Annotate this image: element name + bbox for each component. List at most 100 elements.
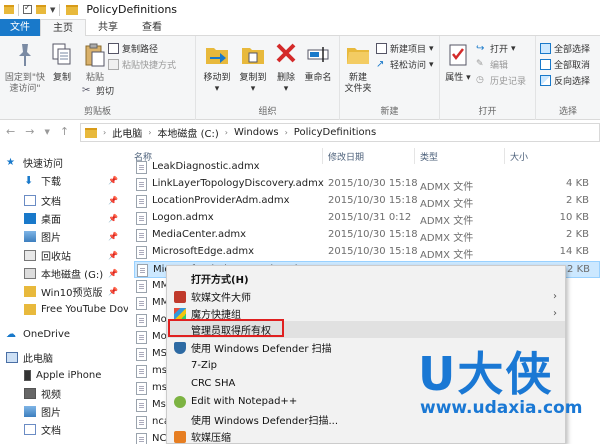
cut-label: 剪切 <box>96 87 115 97</box>
chevron-down-icon[interactable]: ▼ <box>50 6 55 14</box>
easy-access-button[interactable]: ↗ 轻松访问 ▾ <box>376 58 434 71</box>
open-group: 属性 ▾ ↪ 打开 ▾ ✎ 编辑 ◷ 历史记录 打开 <box>440 36 536 120</box>
copy-path-button[interactable]: 复制路径 <box>108 42 158 55</box>
forward-arrow-icon[interactable]: → <box>25 125 34 139</box>
nav-item-this-pc[interactable]: 此电脑 <box>0 348 128 366</box>
cut-button[interactable]: ✂ 剪切 <box>82 84 114 97</box>
nav-item-documents-pc[interactable]: 文档 <box>0 420 128 438</box>
copy-to-button[interactable]: 复制到 ▾ <box>236 42 270 95</box>
move-to-icon <box>206 48 228 64</box>
file-date: 2015/10/30 15:18 <box>328 229 418 240</box>
admx-file-icon <box>136 246 147 259</box>
nav-item-quick-access[interactable]: ★ 快速访问 <box>0 153 128 171</box>
separator <box>18 3 19 16</box>
nav-item-label: OneDrive <box>23 328 71 340</box>
nav-item-label: 视频 <box>41 389 61 401</box>
computer-icon <box>6 351 18 363</box>
nav-item-label: 回收站 <box>41 251 71 263</box>
paste-shortcut-button[interactable]: 粘贴快捷方式 <box>108 58 176 71</box>
open-label: 打开 <box>490 45 509 55</box>
nav-item-recycle-bin[interactable]: 回收站 📌 <box>0 246 128 264</box>
breadcrumb-separator: › <box>148 128 152 137</box>
table-row[interactable]: LocationProviderAdm.admx 2015/10/30 15:18… <box>134 193 600 210</box>
paste-label: 粘贴 <box>85 73 104 83</box>
history-button[interactable]: ◷ 历史记录 <box>476 74 526 87</box>
window-title: PolicyDefinitions <box>86 3 178 16</box>
paste-shortcut-label: 粘贴快捷方式 <box>122 61 177 71</box>
tab-view[interactable]: 查看 <box>130 19 174 36</box>
chevron-down-icon[interactable]: ▼ <box>44 125 49 139</box>
move-to-button[interactable]: 移动到 ▾ <box>200 42 234 95</box>
nav-item-onedrive[interactable]: ☁ OneDrive <box>0 325 128 343</box>
file-type: ADMX 文件 <box>420 216 474 227</box>
file-size: 10 KB <box>559 212 589 223</box>
nav-item-videos[interactable]: 视频 <box>0 384 128 402</box>
nav-item-documents[interactable]: 文档 📌 <box>0 191 128 209</box>
breadcrumb-this-pc[interactable]: 此电脑 <box>112 125 142 140</box>
folder-icon <box>85 127 97 138</box>
properties-check-icon[interactable] <box>23 3 32 14</box>
nav-item-apple-iphone[interactable]: Apple iPhone <box>0 366 128 384</box>
table-row[interactable]: Logon.admx 2015/10/31 0:12 ADMX 文件 10 KB <box>134 210 600 227</box>
menu-item-label: 使用 Windows Defender扫描... <box>191 416 339 427</box>
menu-item-label: 使用 Windows Defender 扫描 <box>191 344 332 355</box>
back-arrow-icon[interactable]: ← <box>6 125 15 139</box>
nav-item-label: 此电脑 <box>23 353 53 365</box>
up-arrow-icon[interactable]: ↑ <box>60 125 69 139</box>
breadcrumb-local-disk-c[interactable]: 本地磁盘 (C:) <box>157 125 218 140</box>
menu-item-ruanmei-compress[interactable]: 软媒压缩 <box>167 428 565 443</box>
nav-item-local-disk-g[interactable]: 本地磁盘 (G:) 📌 <box>0 264 128 282</box>
breadcrumb-policydefinitions[interactable]: PolicyDefinitions <box>294 127 376 138</box>
menu-item-label: 7-Zip <box>191 360 217 371</box>
edit-button[interactable]: ✎ 编辑 <box>476 58 508 71</box>
tab-file[interactable]: 文件 <box>0 19 40 36</box>
table-row[interactable]: LinkLayerTopologyDiscovery.admx 2015/10/3… <box>134 176 600 193</box>
nav-item-free-youtube[interactable]: Free YouTube Dov <box>0 300 128 318</box>
copy-button[interactable]: 复制 <box>48 42 76 84</box>
file-type: ADMX 文件 <box>420 233 474 244</box>
title-bar: ▼ PolicyDefinitions <box>0 0 600 19</box>
folder-icon[interactable] <box>4 5 14 14</box>
invert-selection-button[interactable]: 反向选择 <box>540 74 590 87</box>
file-size: 2 KB <box>566 195 589 206</box>
nav-item-downloads[interactable]: ⬇ 下载 📌 <box>0 171 128 189</box>
file-size: 2 KB <box>566 229 589 240</box>
select-all-button[interactable]: 全部选择 <box>540 42 590 55</box>
file-type: ADMX 文件 <box>420 182 474 193</box>
nav-item-pictures[interactable]: 图片 📌 <box>0 227 128 245</box>
pin-icon: 📌 <box>108 250 118 260</box>
tab-share[interactable]: 共享 <box>86 19 130 36</box>
nav-item-win10-preview[interactable]: Win10预览版 📌 <box>0 282 128 300</box>
table-row[interactable]: MediaCenter.admx 2015/10/30 15:18 ADMX 文件 2… <box>134 227 600 244</box>
rename-button[interactable]: 重命名 <box>300 42 336 84</box>
new-folder-button[interactable]: 新建 文件夹 <box>342 42 374 95</box>
new-group-label: 新建 <box>380 107 399 117</box>
menu-item-label: CRC SHA <box>191 378 236 389</box>
phone-icon <box>24 369 31 381</box>
admx-file-icon <box>136 297 147 310</box>
table-row[interactable]: MicrosoftEdge.admx 2015/10/30 15:18 ADMX 文… <box>134 244 600 261</box>
ruanmei-icon <box>174 290 186 303</box>
nav-item-pictures-pc[interactable]: 图片 <box>0 402 128 420</box>
open-group-label: 打开 <box>478 107 497 117</box>
menu-item-ruanmei-file-master[interactable]: 软媒文件大师 › <box>167 288 565 305</box>
nav-item-desktop[interactable]: 桌面 📌 <box>0 209 128 227</box>
delete-button[interactable]: 删除 ▾ <box>274 42 298 95</box>
table-row[interactable]: LeakDiagnostic.admx <box>134 159 600 176</box>
new-item-button[interactable]: 新建项目 ▾ <box>376 42 434 55</box>
tab-home[interactable]: 主页 <box>40 19 86 37</box>
address-bar[interactable]: › 此电脑 › 本地磁盘 (C:) › Windows › PolicyDefi… <box>80 123 600 142</box>
nav-item-label: Win10预览版 <box>41 287 103 299</box>
paste-button[interactable]: 粘贴 <box>80 42 110 84</box>
new-folder-icon[interactable] <box>36 5 46 14</box>
breadcrumb-windows[interactable]: Windows <box>234 127 279 138</box>
menu-item-open-with[interactable]: 打开方式(H) <box>167 270 565 287</box>
pin-quick-access-button[interactable]: 固定到"快 速访问" <box>4 42 46 95</box>
select-none-button[interactable]: 全部取消 <box>540 58 590 71</box>
breadcrumb-separator: › <box>224 128 228 137</box>
organize-group-label: 组织 <box>258 107 277 117</box>
properties-button[interactable]: 属性 ▾ <box>444 42 472 84</box>
open-button[interactable]: ↪ 打开 ▾ <box>476 42 516 55</box>
file-date: 2015/10/30 15:18 <box>328 178 418 189</box>
admx-file-icon <box>136 161 147 174</box>
